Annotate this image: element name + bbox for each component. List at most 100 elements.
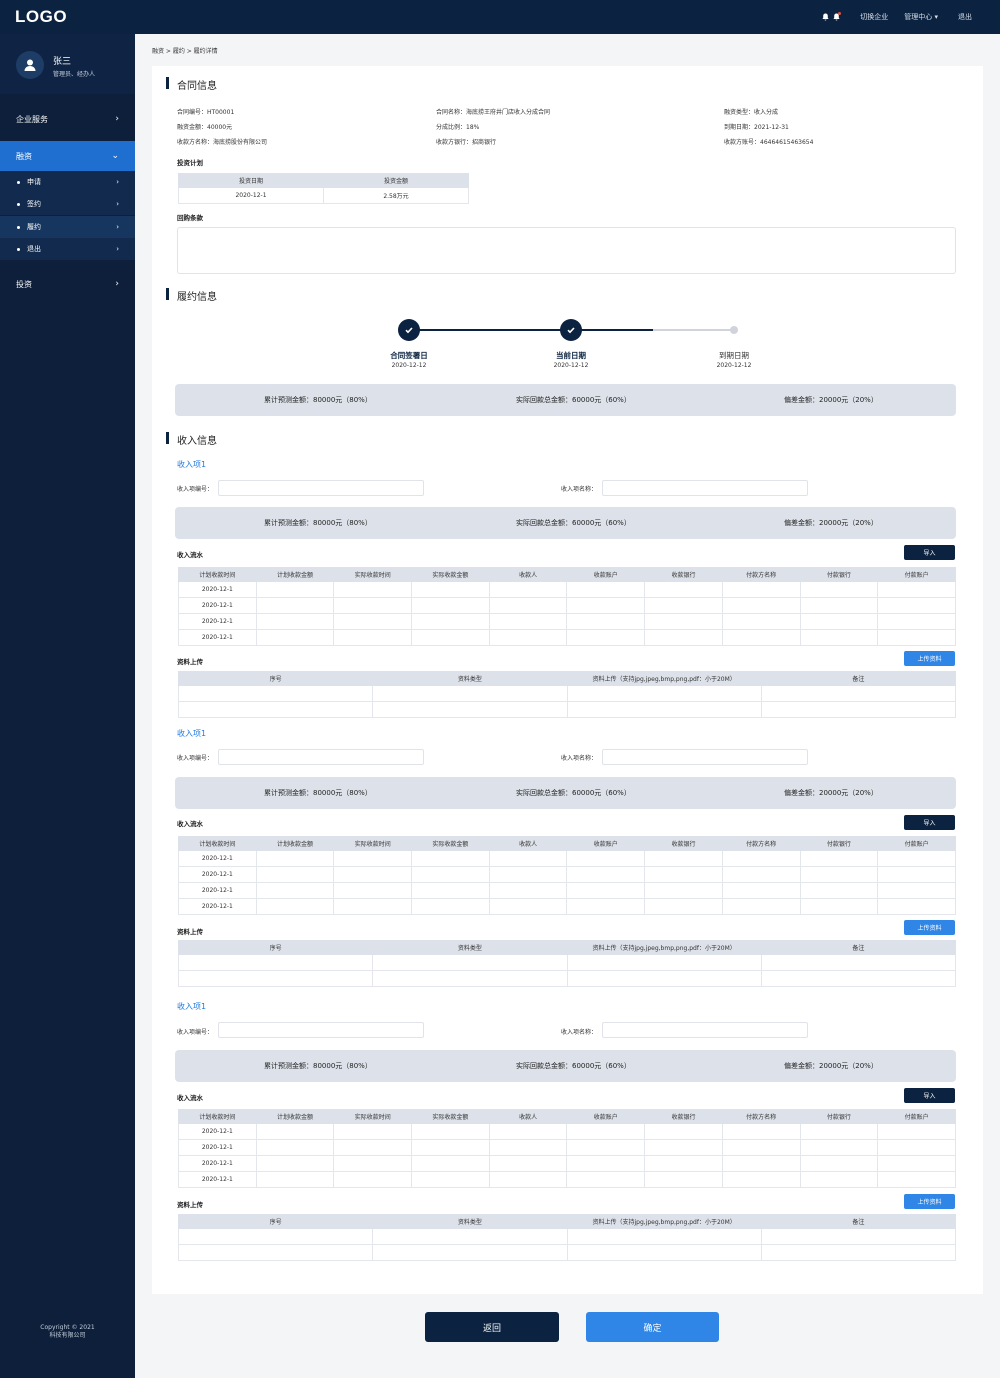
table-row: 2020-12-1	[178, 866, 956, 883]
table-header: 付款方名称	[721, 567, 801, 582]
income-item-title[interactable]: 收入项1	[177, 459, 206, 470]
table-header: 收款人	[488, 836, 568, 851]
sidebar-subitem-label: 履约	[27, 223, 41, 231]
upload-button[interactable]: 上传资料	[904, 920, 955, 935]
table-header: 收款银行	[644, 836, 723, 851]
table-header: 投资金额	[323, 173, 469, 188]
investment-plan-label: 投资计划	[177, 159, 203, 167]
income-code-label: 收入项编号：	[177, 1029, 214, 1036]
upload-label: 资料上传	[177, 658, 203, 666]
sidebar-subitem-apply[interactable]: 申请 ›	[0, 171, 135, 193]
sidebar-subitem-label: 退出	[27, 245, 41, 253]
copyright-line: Copyright © 2021	[40, 1324, 95, 1331]
user-name: 张三	[53, 57, 72, 67]
sidebar-subitem-sign[interactable]: 签约 ›	[0, 193, 135, 215]
upload-table: 序号 资料类型 资料上传（支持jpg,jpeg,bmp,png,pdf：小于20…	[177, 1214, 957, 1261]
copyright: Copyright © 2021 科技有限公司	[0, 1324, 135, 1340]
import-button[interactable]: 导入	[904, 1088, 955, 1103]
income-name-input[interactable]	[602, 480, 808, 496]
chevron-right-icon: ›	[116, 245, 119, 253]
table-row: 2020-12-1	[178, 1139, 956, 1156]
actual-amount: 实际回款总金额：60000元（60%）	[516, 396, 631, 404]
sidebar-item-label: 企业服务	[16, 114, 48, 124]
avatar[interactable]	[16, 51, 44, 79]
table-header: 序号	[177, 1214, 374, 1229]
confirm-button[interactable]: 确定	[586, 1312, 719, 1342]
bullet-icon	[17, 247, 20, 251]
income-name-input[interactable]	[602, 749, 808, 765]
import-button[interactable]: 导入	[904, 815, 955, 830]
upload-table: 序号 资料类型 资料上传（支持jpg,jpeg,bmp,png,pdf：小于20…	[177, 940, 957, 987]
logo[interactable]: LOGO	[15, 7, 67, 27]
back-button[interactable]: 返回	[425, 1312, 559, 1342]
income-item-title[interactable]: 收入项1	[177, 1001, 206, 1012]
income-flow-label: 收入流水	[177, 820, 203, 828]
chevron-right-icon: ›	[116, 178, 119, 186]
table-row: 2020-12-1	[178, 1123, 956, 1140]
actual-amount: 实际回款总金额：60000元（60%）	[516, 789, 631, 797]
table-cell: 2020-12-1	[178, 1155, 257, 1172]
switch-company-link[interactable]: 切换企业	[860, 12, 888, 22]
upload-table: 序号 资料类型 资料上传（支持jpg,jpeg,bmp,png,pdf：小于20…	[177, 671, 957, 718]
chevron-right-icon: ›	[116, 223, 119, 231]
sidebar-item-financing[interactable]: 融资 ⌄	[0, 141, 135, 171]
sidebar-subitem-exit[interactable]: 退出 ›	[0, 238, 135, 260]
table-header: 计划收款时间	[178, 836, 257, 851]
table-header: 收款银行	[644, 567, 723, 582]
import-button[interactable]: 导入	[904, 545, 955, 560]
upload-label: 资料上传	[177, 928, 203, 936]
sidebar-subitem-perform[interactable]: 履约 ›	[0, 216, 135, 238]
table-row	[177, 1228, 957, 1245]
admin-center-dropdown[interactable]: 管理中心 ▾	[904, 12, 938, 22]
sidebar-item-enterprise-service[interactable]: 企业服务 ›	[0, 108, 135, 130]
actual-amount: 实际回款总金额：60000元（60%）	[516, 519, 631, 527]
actual-amount: 实际回款总金额：60000元（60%）	[516, 1062, 631, 1070]
table-header: 付款账户	[877, 836, 956, 851]
table-header-row: 序号 资料类型 资料上传（支持jpg,jpeg,bmp,png,pdf：小于20…	[177, 1214, 957, 1229]
table-header: 资料类型	[372, 1214, 568, 1229]
sidebar-item-label: 融资	[16, 151, 32, 161]
income-name-input[interactable]	[602, 1022, 808, 1038]
forecast-amount: 累计预测金额：80000元（80%）	[264, 396, 372, 404]
bullet-icon	[17, 225, 20, 229]
table-cell: 2.58万元	[323, 187, 469, 204]
section-title-performance: 履约信息	[166, 288, 217, 303]
upload-button[interactable]: 上传资料	[904, 651, 955, 666]
table-header: 序号	[177, 671, 374, 686]
step-current	[560, 319, 582, 341]
contract-field: 收款方账号：46464615463654	[724, 139, 814, 146]
deviation-amount: 偏差金额：20000元（20%）	[784, 1062, 878, 1070]
table-cell: 2020-12-1	[178, 187, 324, 204]
income-code-input[interactable]	[218, 1022, 424, 1038]
forecast-amount: 累计预测金额：80000元（80%）	[264, 789, 372, 797]
table-header: 付款银行	[799, 836, 879, 851]
table-row: 2020-12-1	[178, 613, 956, 630]
table-header: 序号	[177, 940, 374, 955]
income-item-title[interactable]: 收入项1	[177, 728, 206, 739]
table-header: 计划收款时间	[178, 567, 257, 582]
notification-icon[interactable]	[833, 12, 842, 21]
deviation-amount: 偏差金额：20000元（20%）	[784, 396, 878, 404]
buyback-textarea[interactable]	[177, 227, 956, 274]
table-header: 资料类型	[372, 940, 568, 955]
table-header: 资料上传（支持jpg,jpeg,bmp,png,pdf：小于20M）	[566, 671, 762, 686]
table-header: 付款账户	[877, 567, 956, 582]
sidebar-item-investment[interactable]: 投资 ›	[0, 273, 135, 295]
table-cell: 2020-12-1	[178, 597, 257, 614]
table-header: 实际收款金额	[411, 836, 490, 851]
table-row: 2020-12-1	[178, 581, 956, 598]
table-row	[177, 970, 957, 987]
logout-link[interactable]: 退出	[958, 12, 972, 22]
step-date: 2020-12-12	[716, 362, 752, 369]
upload-button[interactable]: 上传资料	[904, 1194, 955, 1209]
table-row	[177, 701, 957, 718]
upload-label: 资料上传	[177, 1201, 203, 1209]
income-code-input[interactable]	[218, 749, 424, 765]
contract-field: 合同编号：HT00001	[177, 109, 235, 116]
top-bar-actions: 切换企业 管理中心 ▾ 退出	[822, 12, 972, 22]
income-code-input[interactable]	[218, 480, 424, 496]
table-header: 付款方名称	[721, 836, 801, 851]
table-cell: 2020-12-1	[178, 629, 257, 646]
table-cell: 2020-12-1	[178, 1139, 257, 1156]
bell-icon[interactable]	[822, 13, 829, 21]
